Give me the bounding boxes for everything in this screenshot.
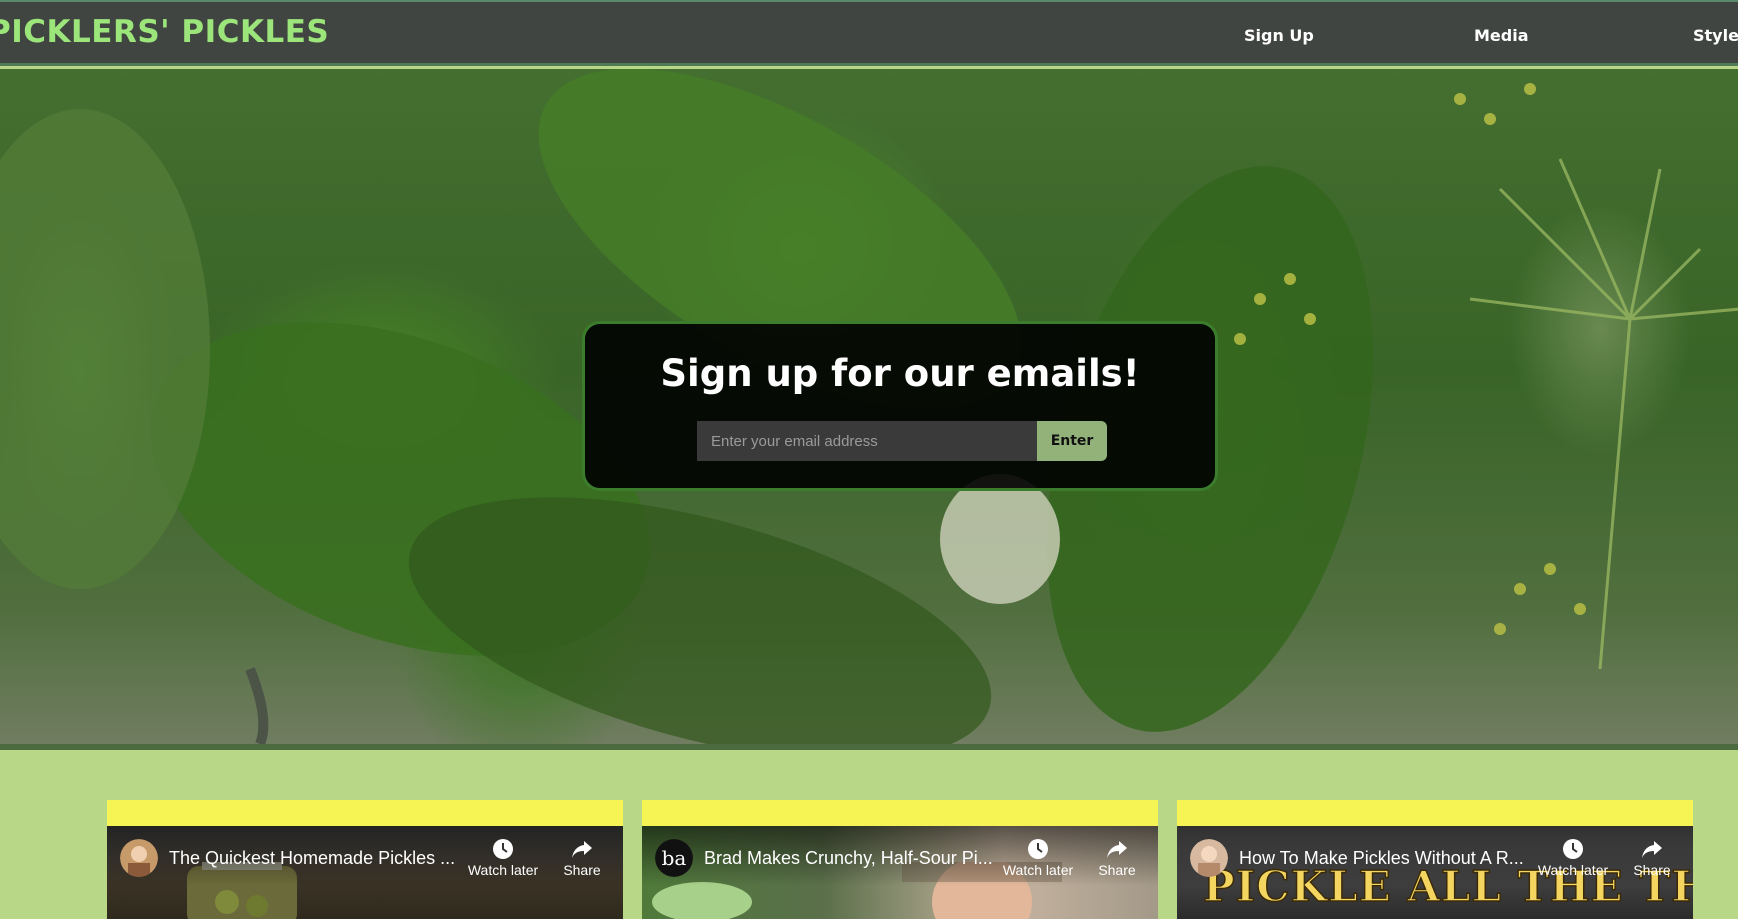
- channel-logo-text: ba: [662, 846, 687, 870]
- clock-icon: [493, 839, 513, 859]
- video-thumbnail[interactable]: The Quickest Homemade Pickles ... Watch …: [107, 826, 623, 919]
- share-label: Share: [563, 862, 601, 878]
- video-top-banner: [1177, 800, 1693, 826]
- video-embed-3[interactable]: PICKLE ALL THE THINGS How To Make Pickle…: [1177, 800, 1693, 919]
- enter-button[interactable]: Enter: [1037, 421, 1107, 461]
- video-thumbnail[interactable]: PICKLE ALL THE THINGS How To Make Pickle…: [1177, 826, 1693, 919]
- watch-later-button[interactable]: Watch later: [998, 838, 1078, 878]
- share-icon: [1642, 841, 1662, 858]
- channel-avatar[interactable]: [1190, 839, 1228, 877]
- clock-icon: [1563, 839, 1583, 859]
- watch-later-button[interactable]: Watch later: [463, 838, 543, 878]
- share-label: Share: [1633, 862, 1671, 878]
- watch-later-label: Watch later: [1002, 862, 1074, 878]
- email-signup-panel: Sign up for our emails! Enter: [582, 321, 1218, 491]
- share-label: Share: [1098, 862, 1136, 878]
- share-button[interactable]: Share: [1627, 838, 1677, 878]
- clock-icon: [1028, 839, 1048, 859]
- watch-later-label: Watch later: [467, 862, 539, 878]
- watch-later-label: Watch later: [1537, 862, 1609, 878]
- video-title[interactable]: The Quickest Homemade Pickles ...: [169, 848, 459, 869]
- site-header: PICKLERS' PICKLES Sign Up Media Styles: [0, 0, 1738, 66]
- video-title[interactable]: How To Make Pickles Without A R...: [1239, 848, 1529, 869]
- share-button[interactable]: Share: [1092, 838, 1142, 878]
- site-logo-text[interactable]: PICKLERS' PICKLES: [0, 14, 329, 50]
- signup-heading: Sign up for our emails!: [660, 352, 1140, 395]
- video-title[interactable]: Brad Makes Crunchy, Half-Sour Pi...: [704, 848, 994, 869]
- email-input[interactable]: [697, 421, 1037, 461]
- video-embed-2[interactable]: ba Brad Makes Crunchy, Half-Sour Pi... W…: [642, 800, 1158, 919]
- share-button[interactable]: Share: [557, 838, 607, 878]
- nav-link-media[interactable]: Media: [1474, 26, 1529, 45]
- hero-divider: [0, 744, 1738, 750]
- hero-banner: Sign up for our emails! Enter: [0, 69, 1738, 744]
- thumbnail-title-text: PICKLE ALL THE THINGS: [1202, 861, 1693, 912]
- share-icon: [1107, 841, 1127, 858]
- video-embed-1[interactable]: The Quickest Homemade Pickles ... Watch …: [107, 800, 623, 919]
- video-top-banner: [107, 800, 623, 826]
- channel-avatar[interactable]: [120, 839, 158, 877]
- watch-later-button[interactable]: Watch later: [1533, 838, 1613, 878]
- share-icon: [572, 841, 592, 858]
- video-thumbnail[interactable]: ba Brad Makes Crunchy, Half-Sour Pi... W…: [642, 826, 1158, 919]
- video-top-banner: [642, 800, 1158, 826]
- nav-link-styles[interactable]: Styles: [1693, 26, 1738, 45]
- nav-link-sign-up[interactable]: Sign Up: [1244, 26, 1314, 45]
- channel-avatar[interactable]: ba: [655, 839, 693, 877]
